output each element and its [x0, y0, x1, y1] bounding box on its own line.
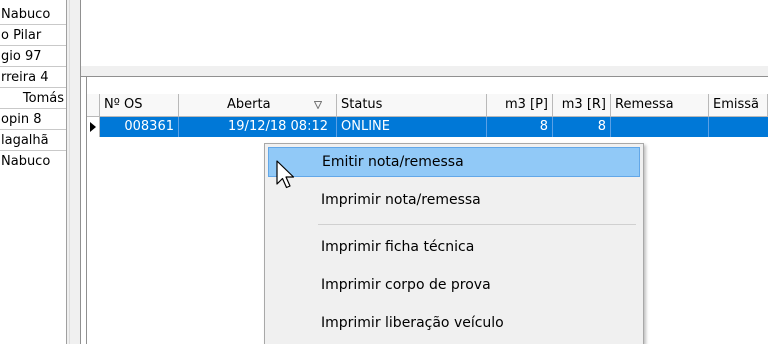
list-item[interactable]: opin 8: [0, 109, 66, 130]
column-header-status[interactable]: Status: [337, 94, 487, 117]
menu-item-imprimir-corpo-prova[interactable]: Imprimir corpo de prova: [268, 270, 640, 300]
header-indicator-cell: [87, 94, 100, 117]
top-panel: [81, 0, 768, 67]
cell-os[interactable]: 008361: [100, 117, 179, 137]
column-header-os[interactable]: Nº OS: [100, 94, 179, 117]
cell-aberta[interactable]: 19/12/18 08:12: [179, 117, 337, 137]
menu-item-imprimir-liberacao[interactable]: Imprimir liberação veículo: [268, 308, 640, 338]
grid-header: Nº OS Aberta Status m3 [P] m3 [R] Remess…: [87, 94, 768, 117]
splitter-bar[interactable]: [70, 0, 80, 344]
context-menu: Emitir nota/remessa Imprimir nota/remess…: [264, 143, 644, 344]
column-header-aberta[interactable]: Aberta: [179, 94, 337, 117]
menu-item-imprimir-ficha[interactable]: Imprimir ficha técnica: [268, 232, 640, 262]
cell-status[interactable]: ONLINE: [337, 117, 487, 137]
menu-item-emitir-nota[interactable]: Emitir nota/remessa: [268, 147, 640, 177]
mouse-pointer-icon: [276, 160, 295, 189]
cell-m3r[interactable]: 8: [553, 117, 611, 137]
current-row-arrow-icon: [90, 122, 96, 132]
list-item[interactable]: Tomás: [0, 88, 66, 109]
list-item[interactable]: Nabuco: [0, 151, 66, 172]
menu-item-imprimir-nota[interactable]: Imprimir nota/remessa: [268, 185, 640, 215]
sort-desc-icon: [314, 101, 322, 109]
list-item[interactable]: lagalhã: [0, 130, 66, 151]
column-header-m3p[interactable]: m3 [P]: [487, 94, 553, 117]
cell-m3p[interactable]: 8: [487, 117, 553, 137]
left-record-list: Nabuco o Pilar gio 97 rreira 4 Tomás opi…: [0, 0, 66, 344]
list-item[interactable]: Nabuco: [0, 4, 66, 25]
cell-emissao[interactable]: [709, 117, 768, 137]
row-indicator: [87, 117, 100, 137]
column-header-remessa[interactable]: Remessa: [611, 94, 709, 117]
menu-separator: [318, 224, 636, 225]
list-item[interactable]: o Pilar: [0, 25, 66, 46]
column-header-m3r[interactable]: m3 [R]: [553, 94, 611, 117]
horizontal-splitter[interactable]: [81, 66, 768, 77]
list-item[interactable]: gio 97: [0, 46, 66, 67]
cell-remessa[interactable]: [611, 117, 709, 137]
table-row[interactable]: 008361 19/12/18 08:12 ONLINE 8 8: [87, 117, 768, 137]
list-item[interactable]: rreira 4: [0, 67, 66, 88]
column-header-emissao[interactable]: Emissã: [709, 94, 768, 117]
